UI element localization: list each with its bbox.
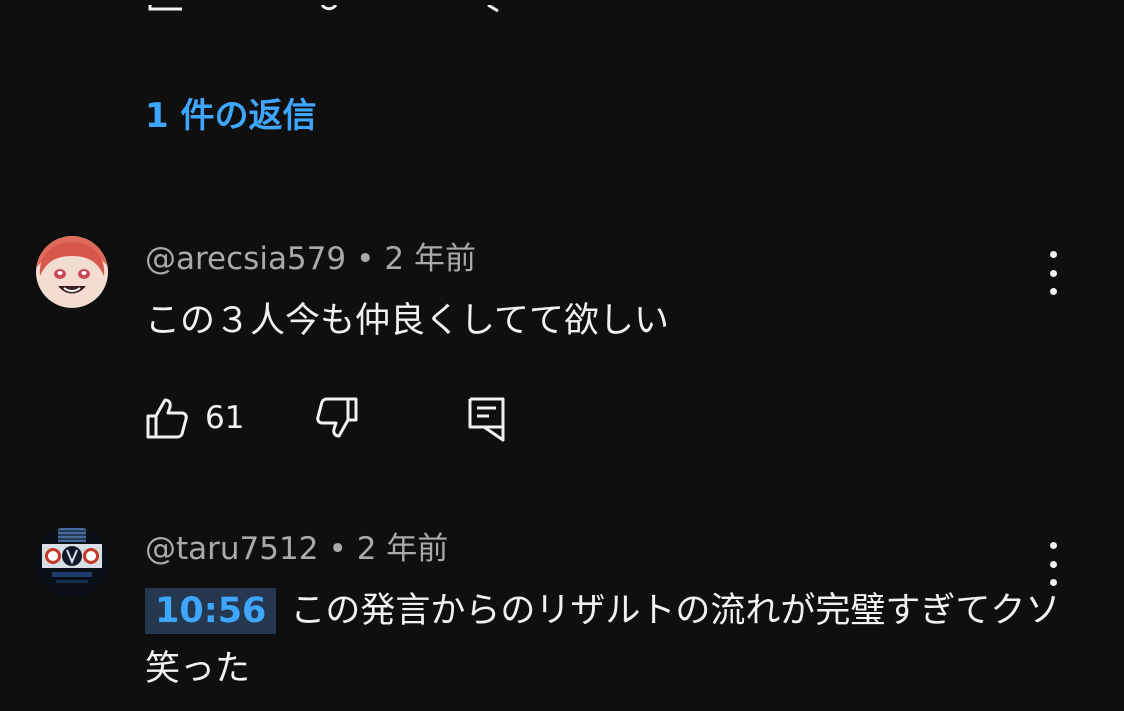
comment-text: 10:56 この発言からのリザルトの流れが完璧すぎてクソ笑った	[145, 582, 1065, 698]
avatar[interactable]	[36, 236, 108, 308]
author-handle[interactable]: @arecsia579	[145, 241, 346, 277]
comment-time: 2 年前	[384, 241, 476, 277]
author-handle[interactable]: @taru7512	[145, 531, 318, 567]
dislike-button[interactable]	[315, 396, 359, 440]
reply-comment-icon	[468, 397, 505, 442]
previous-comment-actions	[0, 0, 1124, 13]
partial-icon	[320, 3, 338, 11]
comment-meta: @taru7512 • 2 年前	[145, 534, 448, 565]
comment-meta: @arecsia579 • 2 年前	[145, 244, 476, 275]
partial-icon	[487, 3, 499, 13]
thumb-up-icon	[146, 398, 188, 439]
comment-text-content: この発言からのリザルトの流れが完璧すぎてクソ笑った	[145, 591, 1061, 689]
comment-text: この３人今も仲良くしてて欲しい	[145, 301, 669, 341]
more-vertical-icon[interactable]	[1035, 251, 1071, 295]
reply-button[interactable]	[467, 396, 507, 442]
avatar[interactable]	[36, 526, 108, 598]
comment-time: 2 年前	[356, 531, 449, 567]
anime-character-avatar-icon	[36, 236, 108, 308]
partial-icon	[148, 5, 182, 11]
meta-separator: •	[328, 531, 347, 567]
meta-separator: •	[356, 241, 375, 277]
thumb-down-icon	[316, 397, 358, 438]
like-count: 61	[205, 400, 245, 436]
view-replies-button[interactable]: 1 件の返信	[145, 88, 317, 137]
like-button[interactable]: 61	[145, 396, 244, 440]
more-vertical-icon[interactable]	[1035, 542, 1071, 586]
video-timestamp-link[interactable]: 10:56	[145, 588, 277, 634]
dark-logo-avatar-icon	[36, 526, 108, 598]
